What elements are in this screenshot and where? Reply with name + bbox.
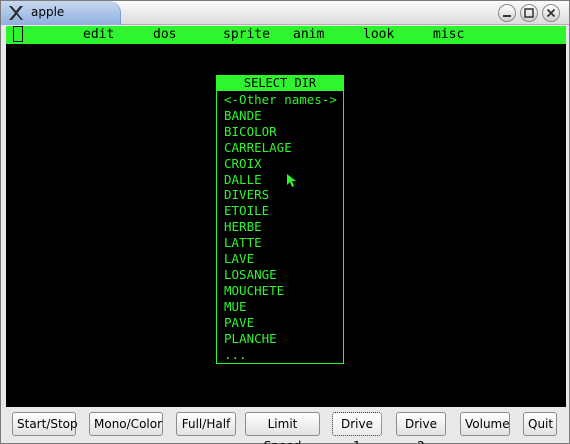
menu-dos[interactable]: dos — [153, 27, 176, 43]
maximize-icon — [524, 8, 534, 18]
emulator-window: apple edit dos sprite anim look misc SEL… — [0, 0, 570, 444]
title-bar[interactable]: apple — [1, 1, 569, 25]
arrow-cursor-icon — [287, 174, 296, 187]
list-item[interactable]: CROIX — [224, 156, 337, 172]
list-item[interactable]: DALLE — [224, 172, 337, 188]
menu-anim[interactable]: anim — [293, 27, 324, 43]
directory-list: <-Other names-> BANDE BICOLOR CARRELAGE … — [224, 92, 337, 362]
menu-edit[interactable]: edit — [83, 27, 114, 43]
quit-button[interactable]: Quit — [523, 412, 557, 436]
drive2-button[interactable]: Drive 2 — [396, 412, 446, 444]
select-dir-dialog: SELECT DIR <-Other names-> BANDE BICOLOR… — [216, 75, 344, 364]
drive1-button[interactable]: Drive 1 — [332, 412, 382, 444]
list-item[interactable]: <-Other names-> — [224, 92, 337, 108]
list-item[interactable]: CARRELAGE — [224, 140, 337, 156]
volume-button[interactable]: Volume — [460, 412, 510, 436]
emulator-screen[interactable]: edit dos sprite anim look misc SELECT DI… — [6, 26, 566, 407]
list-item[interactable]: MOUCHETE — [224, 283, 337, 299]
list-item[interactable]: BANDE — [224, 108, 337, 124]
limit-speed-button[interactable]: Limit Speed — [245, 412, 320, 444]
menu-misc[interactable]: misc — [433, 27, 464, 43]
minimize-icon — [503, 15, 511, 17]
close-button[interactable] — [542, 4, 560, 22]
list-item[interactable]: DIVERS — [224, 187, 337, 203]
list-item[interactable]: PAVE — [224, 315, 337, 331]
list-item[interactable]: PLANCHE — [224, 331, 337, 347]
control-button-bar: Start/Stop Mono/Color Full/Half Limit Sp… — [1, 409, 569, 444]
menu-look[interactable]: look — [363, 27, 394, 43]
menu-sprite[interactable]: sprite — [223, 27, 270, 43]
list-item[interactable]: HERBE — [224, 219, 337, 235]
list-item[interactable]: MUE — [224, 299, 337, 315]
mono-color-button[interactable]: Mono/Color — [89, 412, 163, 436]
minimize-button[interactable] — [498, 4, 516, 22]
close-icon — [546, 8, 556, 18]
list-item[interactable]: ... — [224, 347, 337, 363]
list-item[interactable]: LAVE — [224, 251, 337, 267]
x-logo-icon[interactable] — [7, 4, 25, 22]
apple-menu-bar: edit dos sprite anim look misc — [6, 26, 566, 44]
list-item[interactable]: LOSANGE — [224, 267, 337, 283]
list-item[interactable]: LATTE — [224, 235, 337, 251]
list-item[interactable]: BICOLOR — [224, 124, 337, 140]
dialog-title: SELECT DIR — [217, 76, 343, 91]
menu-apple[interactable] — [13, 26, 23, 42]
start-stop-button[interactable]: Start/Stop — [12, 412, 78, 436]
window-title: apple — [31, 5, 65, 19]
list-item[interactable]: ETOILE — [224, 203, 337, 219]
full-half-button[interactable]: Full/Half — [176, 412, 236, 436]
maximize-button[interactable] — [520, 4, 538, 22]
